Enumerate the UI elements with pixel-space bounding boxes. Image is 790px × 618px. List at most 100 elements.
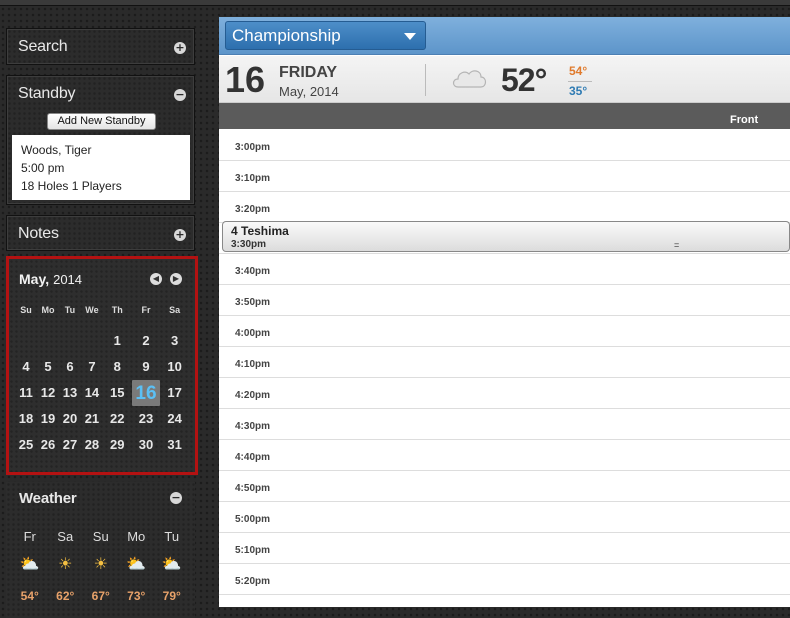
- partly-cloudy-icon: ⛅: [126, 556, 147, 573]
- calendar-day[interactable]: 1: [103, 328, 132, 354]
- calendar-weekday: We: [85, 305, 99, 315]
- time-slot-row[interactable]: 3:20pm: [219, 192, 790, 223]
- time-slot-label: 3:00pm: [235, 142, 271, 153]
- time-slot-row[interactable]: 4:50pm: [219, 471, 790, 502]
- forecast-temp: 67°: [91, 589, 110, 603]
- time-slot-row[interactable]: 5:20pm: [219, 564, 790, 595]
- time-slot-label: 4:00pm: [235, 328, 271, 339]
- sun-icon: ☀: [58, 556, 73, 573]
- collapse-icon[interactable]: −: [174, 89, 186, 101]
- standby-time: 5:00 pm: [21, 161, 65, 175]
- time-slot-row[interactable]: 5:10pm: [219, 533, 790, 564]
- time-slot-row[interactable]: 3:00pm: [219, 130, 790, 161]
- time-slot-label: 4:20pm: [235, 390, 271, 401]
- cloud-icon: [452, 70, 487, 88]
- top-strip: [0, 0, 790, 6]
- time-slot-label: 4:10pm: [235, 359, 271, 370]
- calendar-day[interactable]: 14: [81, 380, 103, 406]
- calendar-weekday: Su: [20, 305, 32, 315]
- date-day-number: 16: [225, 59, 266, 100]
- calendar-day[interactable]: 19: [37, 406, 59, 432]
- calendar-day: [15, 328, 37, 354]
- standby-details: 18 Holes 1 Players: [21, 179, 122, 193]
- calendar-day[interactable]: 15: [103, 380, 132, 406]
- time-slot-label: 5:20pm: [235, 576, 271, 587]
- calendar-day[interactable]: 22: [103, 406, 132, 432]
- calendar-day[interactable]: 18: [15, 406, 37, 432]
- time-slot-row[interactable]: 4:10pm: [219, 347, 790, 378]
- calendar-day[interactable]: 25: [15, 432, 37, 458]
- tee-sheet: Championship 16 FRIDAY May, 2014 52° 54°…: [219, 17, 790, 607]
- time-slot-label: 4:50pm: [235, 483, 271, 494]
- expand-icon[interactable]: +: [174, 229, 186, 241]
- forecast-days: Fr Sa Su Mo Tu: [12, 529, 190, 544]
- calendar-day[interactable]: 30: [132, 432, 161, 458]
- time-slot-row[interactable]: 3:50pm: [219, 285, 790, 316]
- calendar-day[interactable]: 13: [59, 380, 81, 406]
- calendar-day[interactable]: 27: [59, 432, 81, 458]
- calendar-day[interactable]: 20: [59, 406, 81, 432]
- calendar-weekday: Tu: [64, 305, 76, 315]
- partly-cloudy-icon: ⛅: [161, 556, 182, 573]
- forecast-day: Fr: [23, 529, 36, 544]
- time-slot-row[interactable]: 5:00pm: [219, 502, 790, 533]
- calendar-day[interactable]: 9: [132, 354, 161, 380]
- low-temperature: 35°: [569, 84, 588, 98]
- add-new-standby-button[interactable]: Add New Standby: [47, 113, 156, 130]
- calendar-day[interactable]: 31: [160, 432, 189, 458]
- forecast-temp: 79°: [162, 589, 181, 603]
- calendar-day[interactable]: 23: [132, 406, 161, 432]
- calendar-day[interactable]: 17: [160, 380, 189, 406]
- booking-time: 3:30pm: [231, 239, 267, 250]
- calendar-day[interactable]: 10: [160, 354, 189, 380]
- calendar-weekday: Sa: [169, 305, 181, 315]
- drag-handle-icon[interactable]: =: [674, 241, 679, 250]
- calendar-day: [37, 328, 59, 354]
- calendar-weekday: Mo: [41, 305, 55, 315]
- calendar-day[interactable]: 28: [81, 432, 103, 458]
- calendar-day[interactable]: 7: [81, 354, 103, 380]
- calendar-day[interactable]: 2: [132, 328, 161, 354]
- next-month-icon[interactable]: ▶: [170, 273, 182, 285]
- time-slot-label: 3:40pm: [235, 266, 271, 277]
- course-select[interactable]: Championship: [225, 21, 426, 50]
- calendar-day[interactable]: 21: [81, 406, 103, 432]
- time-slot-row[interactable]: 3:40pm: [219, 254, 790, 285]
- forecast-icons: ⛅ ☀ ☀ ⛅ ⛅: [12, 554, 190, 574]
- calendar-day[interactable]: 4: [15, 354, 37, 380]
- column-header: Front: [219, 103, 790, 129]
- calendar-day[interactable]: 29: [103, 432, 132, 458]
- time-slot-row[interactable]: 3:10pm: [219, 161, 790, 192]
- calendar-weekday-row: Su Mo Tu We Th Fr Sa: [15, 302, 189, 318]
- forecast-temp: 62°: [56, 589, 75, 603]
- calendar-day[interactable]: 26: [37, 432, 59, 458]
- previous-month-icon[interactable]: ◀: [150, 273, 162, 285]
- forecast-temp: 73°: [127, 589, 146, 603]
- notes-panel[interactable]: Notes +: [6, 215, 195, 251]
- expand-icon[interactable]: +: [174, 42, 186, 54]
- time-slot-row[interactable]: 4:00pm: [219, 316, 790, 347]
- calendar-day-today[interactable]: 16: [131, 380, 161, 406]
- calendar-day[interactable]: 3: [160, 328, 189, 354]
- calendar-week-row: 123: [15, 328, 189, 354]
- calendar-day[interactable]: 24: [160, 406, 189, 432]
- time-slot-label: 4:30pm: [235, 421, 271, 432]
- calendar-day[interactable]: 12: [37, 380, 59, 406]
- time-slot-row[interactable]: 4:40pm: [219, 440, 790, 471]
- tee-time-booking[interactable]: 4 Teshima 3:30pm =: [222, 221, 790, 252]
- standby-entry[interactable]: Woods, Tiger 5:00 pm 18 Holes 1 Players: [12, 135, 190, 200]
- calendar-week-row: 11 12 13 14 15 16 17: [15, 380, 189, 406]
- calendar-month-title: May, 2014: [19, 271, 82, 287]
- time-slot-row[interactable]: 4:20pm: [219, 378, 790, 409]
- search-panel[interactable]: Search +: [6, 28, 195, 65]
- course-select-value: Championship: [232, 26, 341, 45]
- calendar-day[interactable]: 6: [59, 354, 81, 380]
- weather-panel-title: Weather: [19, 490, 77, 507]
- time-slot-row[interactable]: 4:30pm: [219, 409, 790, 440]
- course-toolbar: Championship: [219, 17, 790, 55]
- time-slot-label: 3:50pm: [235, 297, 271, 308]
- calendar-day[interactable]: 5: [37, 354, 59, 380]
- calendar-day[interactable]: 8: [103, 354, 132, 380]
- collapse-icon[interactable]: −: [170, 492, 182, 504]
- calendar-day[interactable]: 11: [15, 380, 37, 406]
